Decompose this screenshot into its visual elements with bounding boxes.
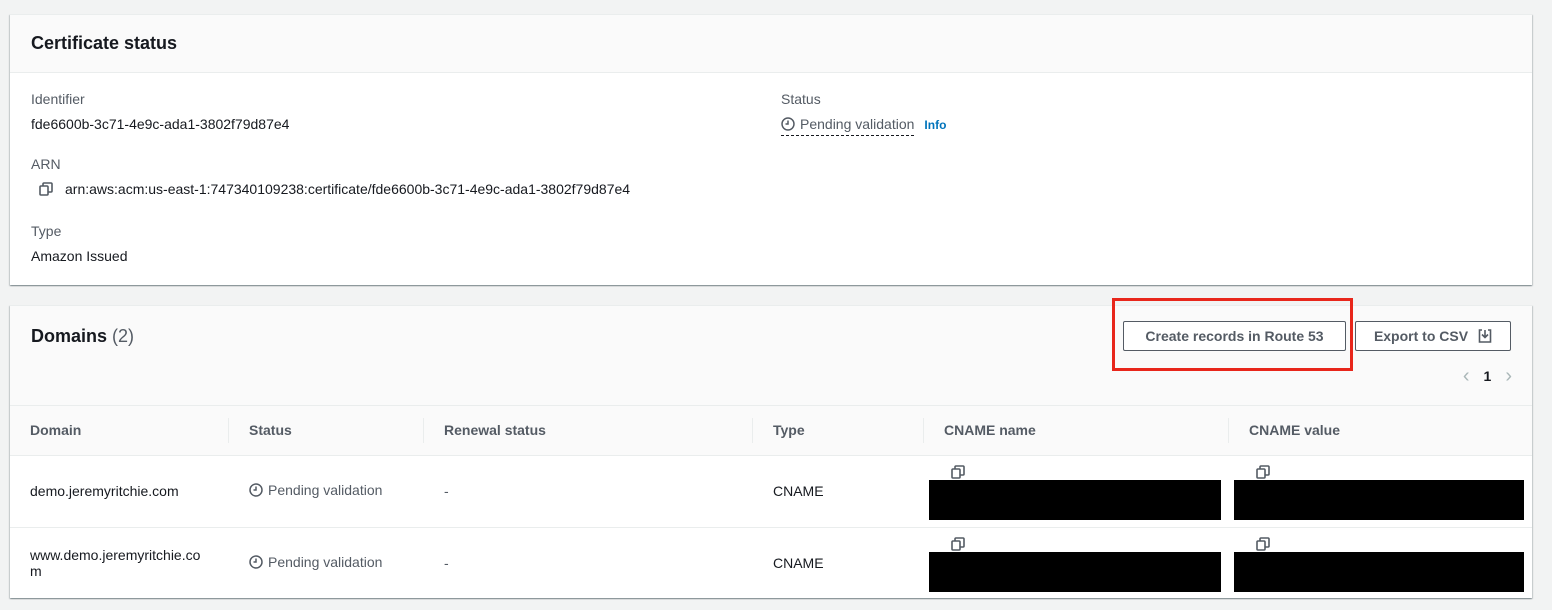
type-cell: CNAME bbox=[773, 483, 824, 499]
identifier-label: Identifier bbox=[31, 91, 85, 107]
pagination: ‹ 1 › bbox=[1463, 366, 1512, 386]
certificate-status-panel: Certificate status Identifier fde6600b-3… bbox=[10, 14, 1532, 285]
type-label: Type bbox=[31, 223, 62, 239]
column-header-status[interactable]: Status bbox=[229, 406, 424, 455]
cname-value-cell bbox=[1229, 527, 1532, 599]
copy-icon[interactable] bbox=[951, 536, 965, 551]
export-csv-label: Export to CSV bbox=[1373, 328, 1469, 344]
copy-icon[interactable] bbox=[951, 464, 965, 479]
status-field: Status Pending validation Info bbox=[781, 89, 946, 136]
cname-name-cell bbox=[924, 527, 1229, 599]
column-header-renewal-status[interactable]: Renewal status bbox=[424, 406, 753, 455]
status-indicator[interactable]: Pending validation bbox=[781, 114, 915, 136]
renewal-status-cell: - bbox=[444, 483, 449, 499]
type-cell: CNAME bbox=[773, 555, 824, 572]
download-icon bbox=[1478, 329, 1492, 343]
status-cell: Pending validation bbox=[229, 527, 424, 599]
renewal-status-cell: - bbox=[444, 555, 449, 572]
domains-panel: Domains (2) Create records in Route 53 E… bbox=[10, 298, 1532, 599]
table-row: demo.jeremyritchie.com Pending validatio… bbox=[10, 455, 1532, 527]
clock-icon bbox=[249, 555, 263, 569]
export-csv-button[interactable]: Export to CSV bbox=[1355, 321, 1511, 351]
column-header-cname-value[interactable]: CNAME value bbox=[1229, 406, 1532, 455]
domains-count: (2) bbox=[112, 326, 135, 346]
column-header-type[interactable]: Type bbox=[753, 406, 924, 455]
column-header-domain[interactable]: Domain bbox=[10, 406, 229, 455]
status-text: Pending validation bbox=[268, 482, 383, 498]
certificate-status-title: Certificate status bbox=[31, 33, 178, 53]
status-text: Pending validation bbox=[268, 554, 383, 571]
redaction-block bbox=[929, 479, 1221, 520]
redaction-block bbox=[929, 551, 1221, 592]
domains-header: Domains (2) Create records in Route 53 E… bbox=[10, 298, 1532, 406]
domains-title-text: Domains bbox=[31, 326, 108, 346]
status-cell: Pending validation bbox=[229, 455, 424, 527]
column-header-cname-name[interactable]: CNAME name bbox=[924, 406, 1229, 455]
create-records-route53-button[interactable]: Create records in Route 53 bbox=[1123, 321, 1346, 351]
clock-icon bbox=[249, 483, 263, 497]
create-records-label: Create records in Route 53 bbox=[1145, 328, 1324, 344]
arn-field: ARN arn:aws:acm:us-east-1:747340109238:c… bbox=[31, 154, 630, 199]
domain-cell: www.demo.jeremyritchie.com bbox=[30, 547, 201, 580]
info-link[interactable]: Info bbox=[924, 115, 946, 135]
identifier-value: fde6600b-3c71-4e9c-ada1-3802f79d87e4 bbox=[31, 116, 290, 132]
table-header-row: Domain Status Renewal status Type CNAME … bbox=[10, 406, 1532, 455]
certificate-status-header: Certificate status bbox=[10, 15, 1532, 73]
redaction-block bbox=[1234, 479, 1524, 520]
cname-name-cell bbox=[924, 455, 1229, 527]
clock-icon bbox=[781, 117, 795, 131]
arn-label: ARN bbox=[31, 156, 61, 172]
status-value: Pending validation bbox=[800, 116, 915, 132]
domains-table: Domain Status Renewal status Type CNAME … bbox=[10, 406, 1532, 599]
arn-value: arn:aws:acm:us-east-1:747340109238:certi… bbox=[65, 181, 631, 197]
copy-icon[interactable] bbox=[1256, 464, 1270, 479]
status-label: Status bbox=[781, 91, 821, 107]
page-number[interactable]: 1 bbox=[1484, 368, 1492, 384]
chevron-left-icon[interactable]: ‹ bbox=[1463, 366, 1470, 386]
chevron-right-icon[interactable]: › bbox=[1505, 366, 1512, 386]
type-field: Type Amazon Issued bbox=[31, 221, 128, 266]
domain-cell: demo.jeremyritchie.com bbox=[30, 483, 179, 499]
cname-value-cell bbox=[1229, 455, 1532, 527]
identifier-field: Identifier fde6600b-3c71-4e9c-ada1-3802f… bbox=[31, 89, 289, 134]
type-value: Amazon Issued bbox=[31, 248, 128, 264]
copy-icon[interactable] bbox=[1256, 536, 1270, 551]
domains-title: Domains (2) bbox=[31, 326, 134, 347]
table-row: www.demo.jeremyritchie.com Pending valid… bbox=[10, 527, 1532, 599]
copy-icon[interactable] bbox=[39, 182, 53, 196]
redaction-block bbox=[1234, 551, 1524, 592]
